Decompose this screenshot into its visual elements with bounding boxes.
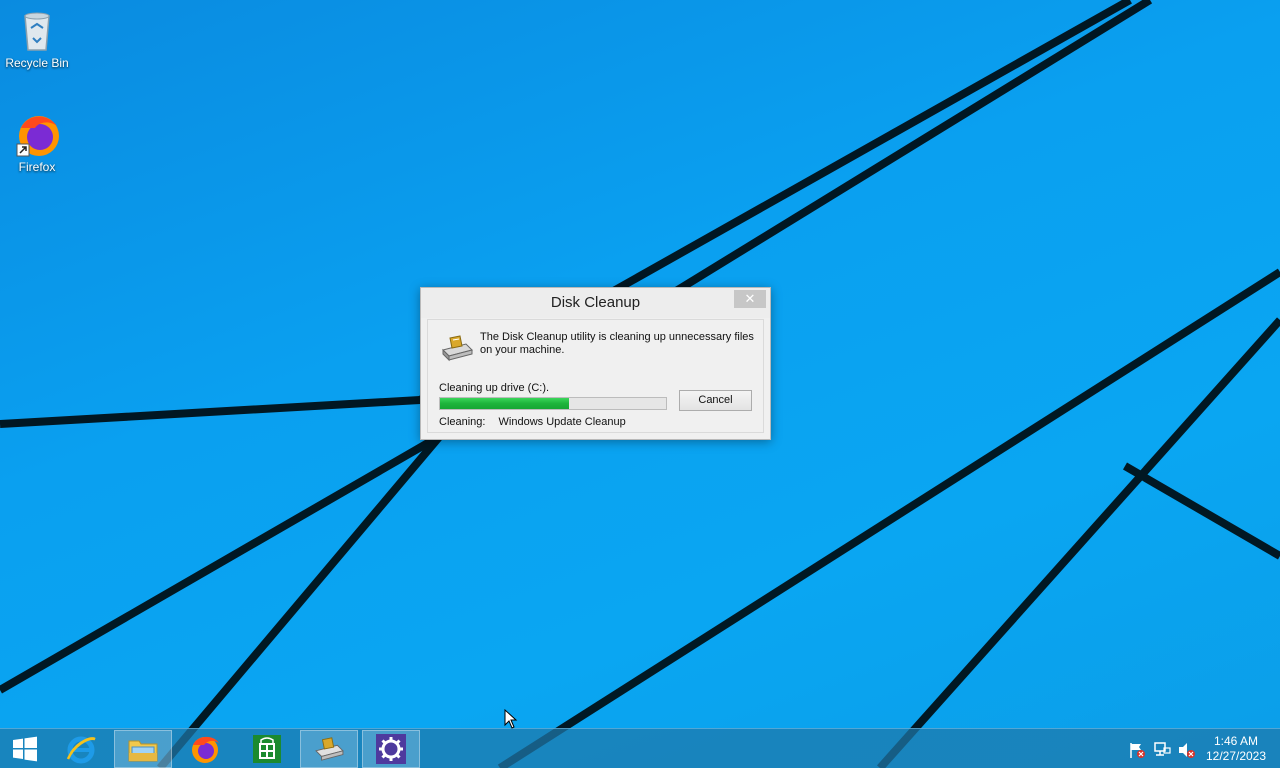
mouse-cursor-icon	[504, 709, 518, 729]
disk-cleanup-dialog: Disk Cleanup ✕ The Disk Cleanup utility …	[420, 287, 771, 440]
taskbar-settings[interactable]	[362, 730, 420, 768]
dialog-titlebar[interactable]: Disk Cleanup ✕	[421, 288, 770, 318]
close-button[interactable]: ✕	[734, 290, 766, 308]
recycle-bin-icon	[13, 6, 61, 54]
close-icon: ✕	[744, 291, 756, 306]
recycle-bin-desktop-icon[interactable]: Recycle Bin	[0, 6, 74, 70]
system-clock[interactable]: 1:46 AM 12/27/2023	[1196, 734, 1276, 764]
firefox-label: Firefox	[18, 160, 56, 174]
dialog-description: The Disk Cleanup utility is cleaning up …	[480, 331, 754, 356]
cancel-button[interactable]: Cancel	[679, 390, 752, 411]
firefox-desktop-icon[interactable]: Firefox	[0, 110, 74, 174]
taskbar-disk-cleanup[interactable]	[300, 730, 358, 768]
disk-cleanup-icon	[315, 737, 344, 761]
disk-cleanup-drive-icon	[442, 335, 473, 362]
file-explorer-icon	[128, 740, 158, 762]
cleaning-item: Windows Update Cleanup	[498, 416, 626, 428]
progress-fill	[440, 398, 569, 409]
dialog-title: Disk Cleanup	[550, 294, 641, 311]
cleaning-label: Cleaning:	[439, 416, 486, 428]
progress-label: Cleaning up drive (C:).	[439, 382, 550, 394]
firefox-icon	[192, 736, 219, 763]
taskbar-internet-explorer[interactable]	[52, 730, 110, 768]
volume-muted-icon[interactable]	[1177, 741, 1195, 759]
clock-date: 12/27/2023	[1205, 749, 1267, 763]
clock-time: 1:46 AM	[1213, 734, 1259, 748]
recycle-bin-label: Recycle Bin	[5, 56, 69, 70]
taskbar-file-explorer[interactable]	[114, 730, 172, 768]
cleanup-progress-bar	[439, 397, 667, 410]
start-button[interactable]	[0, 730, 50, 768]
taskbar: 1:46 AM 12/27/2023	[0, 728, 1280, 768]
action-center-flag-icon[interactable]	[1128, 741, 1146, 759]
taskbar-firefox[interactable]	[176, 730, 234, 768]
firefox-icon	[13, 110, 61, 158]
windows-start-icon	[13, 736, 37, 762]
network-icon[interactable]	[1153, 741, 1171, 759]
taskbar-store[interactable]	[238, 730, 296, 768]
cleaning-status: Cleaning: Windows Update Cleanup	[439, 416, 626, 428]
internet-explorer-icon	[66, 736, 96, 764]
settings-gear-icon	[376, 734, 406, 764]
store-icon	[253, 735, 281, 763]
dialog-content: The Disk Cleanup utility is cleaning up …	[427, 319, 764, 433]
